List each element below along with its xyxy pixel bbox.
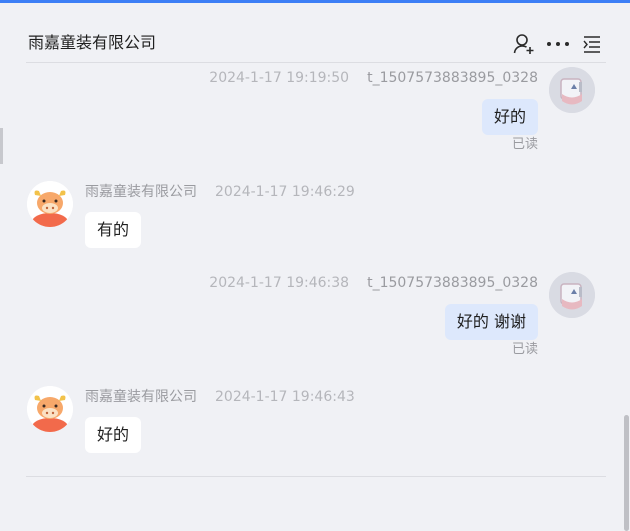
read-status: 已读 <box>511 137 538 152</box>
message-bubble[interactable]: 有的 <box>85 212 142 248</box>
header-divider <box>26 62 606 63</box>
menu-list-icon[interactable] <box>580 32 604 56</box>
message-time: 2024-1-17 19:46:38 <box>209 275 350 291</box>
message-bubble[interactable]: 好的 <box>85 417 142 453</box>
chat-title: 雨嘉童装有限公司 <box>28 33 157 52</box>
message-meta: 雨嘉童装有限公司 2024-1-17 19:46:43 <box>85 388 355 406</box>
message-time: 2024-1-17 19:19:50 <box>209 70 350 86</box>
add-contact-icon[interactable] <box>512 32 536 56</box>
avatar[interactable] <box>27 181 73 227</box>
avatar[interactable] <box>27 386 73 432</box>
message-bubble[interactable]: 好的 <box>481 99 538 135</box>
sender-name: t_1507573883895_0328 <box>367 70 538 86</box>
avatar[interactable] <box>549 272 595 318</box>
scrollbar-thumb[interactable] <box>624 415 629 531</box>
more-icon[interactable] <box>546 32 570 56</box>
avatar[interactable] <box>549 67 595 113</box>
sender-name: 雨嘉童装有限公司 <box>85 389 197 405</box>
chat-header: 雨嘉童装有限公司 <box>0 3 630 63</box>
left-resize-handle[interactable] <box>0 128 3 164</box>
message-meta: 雨嘉童装有限公司 2024-1-17 19:46:29 <box>85 183 355 201</box>
sender-name: t_1507573883895_0328 <box>367 275 538 291</box>
header-actions <box>512 32 604 56</box>
message-time: 2024-1-17 19:46:43 <box>215 389 355 405</box>
sender-name: 雨嘉童装有限公司 <box>85 184 197 200</box>
footer-divider <box>26 476 606 477</box>
scrollbar[interactable] <box>622 63 630 531</box>
message-time: 2024-1-17 19:46:29 <box>215 184 355 200</box>
message-meta: 2024-1-17 19:46:38 t_1507573883895_0328 <box>209 274 538 292</box>
read-status: 已读 <box>511 342 538 357</box>
message-bubble[interactable]: 好的 谢谢 <box>444 304 538 340</box>
message-meta: 2024-1-17 19:19:50 t_1507573883895_0328 <box>209 69 538 87</box>
